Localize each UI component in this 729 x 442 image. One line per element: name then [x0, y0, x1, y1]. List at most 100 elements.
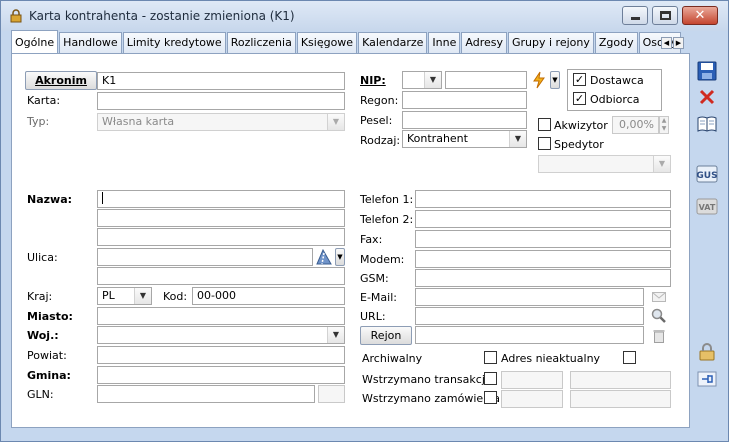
- rodzaj-label: Rodzaj:: [360, 134, 401, 147]
- tab-scroll-right-button[interactable]: ▶: [673, 37, 684, 49]
- tab-handlowe[interactable]: Handlowe: [59, 32, 122, 53]
- woj-label: Woj.:: [27, 329, 59, 342]
- dostawca-checkbox[interactable]: ✓: [573, 73, 586, 86]
- save-button[interactable]: [696, 60, 718, 82]
- tab-adresy[interactable]: Adresy: [461, 32, 507, 53]
- modem-input[interactable]: [415, 250, 671, 268]
- nip-verify-button[interactable]: [530, 70, 548, 90]
- general-panel: Akronim K1 Karta: Typ: Własna karta ▼ Na…: [11, 53, 690, 428]
- telefon1-label: Telefon 1:: [360, 193, 414, 206]
- rodzaj-select[interactable]: Kontrahent ▼: [402, 130, 527, 148]
- rejon-input[interactable]: [415, 326, 644, 344]
- akronim-button[interactable]: Akronim: [25, 71, 97, 90]
- clear-rejon-button[interactable]: [649, 326, 669, 345]
- minimize-button[interactable]: [622, 6, 648, 25]
- book-button[interactable]: [696, 113, 718, 135]
- typ-label: Typ:: [27, 115, 50, 128]
- pesel-input[interactable]: [402, 111, 527, 129]
- wstrzymano-transakcje-to[interactable]: [570, 371, 671, 389]
- regon-input[interactable]: [402, 91, 527, 109]
- close-button[interactable]: ✕: [682, 6, 718, 25]
- telefon1-input[interactable]: [415, 190, 671, 208]
- telefon2-input[interactable]: [415, 210, 671, 228]
- maximize-icon: [659, 11, 671, 20]
- gln-input[interactable]: [97, 385, 315, 403]
- akwizytor-percent-spinner[interactable]: ▲ ▼: [659, 116, 669, 134]
- pin-button[interactable]: [696, 368, 718, 390]
- ulica-input[interactable]: [97, 248, 313, 266]
- tab-rozliczenia[interactable]: Rozliczenia: [226, 32, 296, 53]
- trash-icon: [653, 329, 665, 343]
- tab-inne[interactable]: Inne: [428, 32, 461, 53]
- gln-label: GLN:: [27, 388, 54, 401]
- wstrzymano-zamowienia-to[interactable]: [570, 390, 671, 408]
- typ-value: Własna karta: [102, 115, 175, 128]
- svg-text:VAT: VAT: [699, 203, 716, 212]
- book-icon: [697, 116, 717, 132]
- nazwa-input-3[interactable]: [97, 228, 345, 246]
- miasto-input[interactable]: [97, 307, 345, 325]
- powiat-input[interactable]: [97, 346, 345, 364]
- vat-button[interactable]: VAT: [696, 195, 718, 217]
- wstrzymano-zamowienia-checkbox[interactable]: [484, 391, 497, 404]
- nazwa-input-1[interactable]: [97, 190, 345, 208]
- email-label: E-Mail:: [360, 291, 397, 304]
- spedytor-checkbox[interactable]: [538, 137, 551, 150]
- tab-limity-kredytowe[interactable]: Limity kredytowe: [122, 32, 226, 53]
- tab-scroll-left-button[interactable]: ◀: [661, 37, 672, 49]
- envelope-icon: [652, 292, 666, 302]
- archiwalny-checkbox[interactable]: [484, 351, 497, 364]
- ulica-dropdown-button[interactable]: ▼: [335, 248, 345, 266]
- close-icon: ✕: [694, 8, 706, 23]
- map-button[interactable]: [314, 248, 334, 266]
- gsm-input[interactable]: [415, 269, 671, 287]
- email-input[interactable]: [415, 288, 644, 306]
- map-icon: [316, 249, 332, 265]
- nazwa-input-2[interactable]: [97, 209, 345, 227]
- nip-prefix-select[interactable]: ▼: [402, 71, 442, 89]
- lock-button[interactable]: [696, 341, 718, 363]
- miasto-label: Miasto:: [27, 310, 73, 323]
- wstrzymano-transakcje-checkbox[interactable]: [484, 372, 497, 385]
- tab-zgody[interactable]: Zgody: [594, 32, 638, 53]
- akwizytor-percent-input[interactable]: 0,00%: [612, 116, 659, 134]
- open-url-button[interactable]: [649, 306, 669, 326]
- nip-input[interactable]: [445, 71, 527, 89]
- adres-nieaktualny-checkbox[interactable]: [623, 351, 636, 364]
- maximize-button[interactable]: [652, 6, 678, 25]
- ulica-input-2[interactable]: [97, 267, 345, 285]
- typ-select[interactable]: Własna karta ▼: [97, 113, 345, 131]
- odbiorca-checkbox[interactable]: ✓: [573, 92, 586, 105]
- chevron-down-icon: ▼: [509, 131, 526, 147]
- url-input[interactable]: [415, 307, 644, 325]
- akwizytor-label: Akwizytor: [554, 119, 608, 132]
- tab-ogolne[interactable]: Ogólne: [11, 30, 59, 53]
- tab-grupy-i-rejony[interactable]: Grupy i rejony: [508, 32, 594, 53]
- fax-input[interactable]: [415, 230, 671, 248]
- akwizytor-checkbox[interactable]: [538, 118, 551, 131]
- gmina-input[interactable]: [97, 366, 345, 384]
- karta-input[interactable]: [97, 92, 345, 110]
- wstrzymano-transakcje-from[interactable]: [501, 371, 563, 389]
- akronim-input[interactable]: K1: [97, 72, 345, 90]
- woj-select[interactable]: ▼: [97, 326, 345, 344]
- archiwalny-label: Archiwalny: [362, 352, 423, 365]
- regon-label: Regon:: [360, 94, 399, 107]
- wstrzymano-zamowienia-from[interactable]: [501, 390, 563, 408]
- tab-ksiegowe[interactable]: Księgowe: [296, 32, 358, 53]
- app-icon: [10, 9, 22, 23]
- modem-label: Modem:: [360, 253, 405, 266]
- tab-kalendarze[interactable]: Kalendarze: [358, 32, 428, 53]
- rejon-button[interactable]: Rejon: [360, 326, 412, 345]
- kraj-select[interactable]: PL ▼: [97, 287, 152, 305]
- nip-dropdown-button[interactable]: ▼: [550, 71, 560, 89]
- nazwa-label: Nazwa:: [27, 193, 73, 206]
- gln-check-input[interactable]: [318, 385, 345, 403]
- kod-input[interactable]: 00-000: [192, 287, 345, 305]
- akwizytor-select[interactable]: ▼: [538, 155, 671, 173]
- send-email-button[interactable]: [649, 288, 669, 306]
- delete-button[interactable]: [696, 86, 718, 108]
- gus-button[interactable]: GUS: [696, 163, 718, 185]
- pin-icon: [697, 371, 717, 387]
- vat-icon: VAT: [696, 198, 718, 215]
